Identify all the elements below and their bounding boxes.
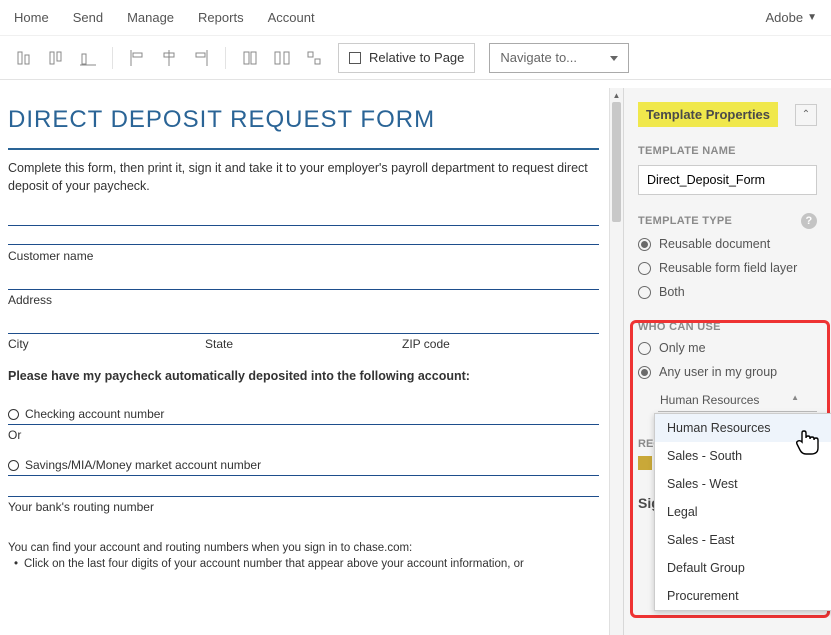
type-option-label: Reusable form field layer [659,261,797,275]
or-label: Or [8,428,599,442]
group-option-sales-east[interactable]: Sales - East [655,526,831,554]
navigate-select[interactable]: Navigate to... [489,43,629,73]
template-name-input[interactable] [638,165,817,195]
type-option-label: Both [659,285,685,299]
customer-name-label: Customer name [8,249,599,263]
caret-up-icon: ▲ [791,393,799,407]
routing-label: Your bank's routing number [8,500,599,514]
checking-label: Checking account number [25,407,164,421]
doc-title: DIRECT DEPOSIT REQUEST FORM [8,106,599,134]
group-select-value: Human Resources [660,393,759,407]
group-dropdown: Human Resources Sales - South Sales - We… [654,413,831,611]
radio-circle-icon [8,409,19,420]
nav-account[interactable]: Account [268,10,315,25]
toolbar: Relative to Page Navigate to... [0,36,831,80]
help-icon[interactable]: ? [801,213,817,229]
brand-label: Adobe [766,10,804,25]
relative-to-page-toggle[interactable]: Relative to Page [338,43,475,73]
savings-line: Savings/MIA/Money market account number [8,458,599,476]
field-line [8,333,599,334]
template-name-label: TEMPLATE NAME [638,145,736,157]
group-option-sales-west[interactable]: Sales - West [655,470,831,498]
toolbar-separator [225,47,226,69]
template-type-section-label: TEMPLATE TYPE ? [638,213,817,229]
square-icon [349,52,361,64]
chevron-up-icon: ⌃ [802,109,810,120]
canvas-scrollbar[interactable]: ▲ [609,88,623,635]
field-line [8,225,599,245]
align-tool-4[interactable] [123,44,151,72]
radio-icon [638,286,651,299]
panel-title: Template Properties [638,102,778,127]
footer-text-1: You can find your account and routing nu… [8,540,599,556]
zip-label: ZIP code [402,337,599,351]
collapse-button[interactable]: ⌃ [795,104,817,126]
radio-icon [638,262,651,275]
align-tool-5[interactable] [155,44,183,72]
main-nav: Home Send Manage Reports Account Adobe ▼ [0,0,831,36]
caret-down-icon: ▼ [807,12,817,23]
scroll-thumb[interactable] [612,102,621,222]
who-option-only-me[interactable]: Only me [638,341,817,355]
title-underline [8,148,599,150]
group-select[interactable]: Human Resources ▲ Human Resources Sales … [658,389,817,412]
footer-text-2: Click on the last four digits of your ac… [8,556,599,572]
nav-manage[interactable]: Manage [127,10,174,25]
nav-home[interactable]: Home [14,10,49,25]
align-tool-6[interactable] [187,44,215,72]
align-tool-1[interactable] [10,44,38,72]
radio-icon [638,238,651,251]
distribute-tool-1[interactable] [236,44,264,72]
who-can-use-label: WHO CAN USE [638,321,721,333]
template-type-label: TEMPLATE TYPE [638,215,732,227]
align-tool-2[interactable] [42,44,70,72]
who-option-label: Only me [659,341,706,355]
nav-reports[interactable]: Reports [198,10,244,25]
align-tool-3[interactable] [74,44,102,72]
recipient-color-swatch [638,456,652,470]
type-option-label: Reusable document [659,237,770,251]
who-can-use-section-label: WHO CAN USE [638,321,817,333]
deposit-instruction: Please have my paycheck automatically de… [8,369,599,383]
field-line [8,289,599,290]
brand-menu[interactable]: Adobe ▼ [766,10,818,25]
who-option-any-user-in-my-group[interactable]: Any user in my group [638,365,817,379]
who-option-label: Any user in my group [659,365,777,379]
city-label: City [8,337,205,351]
navigate-label: Navigate to... [500,50,577,65]
type-option-reusable-document[interactable]: Reusable document [638,237,817,251]
relative-page-label: Relative to Page [369,50,464,65]
group-option-legal[interactable]: Legal [655,498,831,526]
checking-line: Checking account number [8,407,599,425]
group-option-default-group[interactable]: Default Group [655,554,831,582]
properties-panel: Template Properties ⌃ TEMPLATE NAME TEMP… [623,88,831,635]
radio-circle-icon [8,460,19,471]
type-option-reusable-form-field-layer[interactable]: Reusable form field layer [638,261,817,275]
type-option-both[interactable]: Both [638,285,817,299]
field-line [8,479,599,497]
document-canvas: DIRECT DEPOSIT REQUEST FORM Complete thi… [0,88,623,635]
distribute-tool-3[interactable] [300,44,328,72]
group-option-procurement[interactable]: Procurement [655,582,831,610]
scroll-up-icon[interactable]: ▲ [610,88,623,102]
savings-label: Savings/MIA/Money market account number [25,458,261,472]
group-option-sales-south[interactable]: Sales - South [655,442,831,470]
radio-icon [638,366,651,379]
radio-icon [638,342,651,355]
toolbar-separator [112,47,113,69]
group-option-human-resources[interactable]: Human Resources [655,414,831,442]
template-name-section-label: TEMPLATE NAME [638,145,817,157]
state-label: State [205,337,402,351]
distribute-tool-2[interactable] [268,44,296,72]
address-label: Address [8,293,599,307]
nav-send[interactable]: Send [73,10,103,25]
doc-intro: Complete this form, then print it, sign … [8,160,599,195]
